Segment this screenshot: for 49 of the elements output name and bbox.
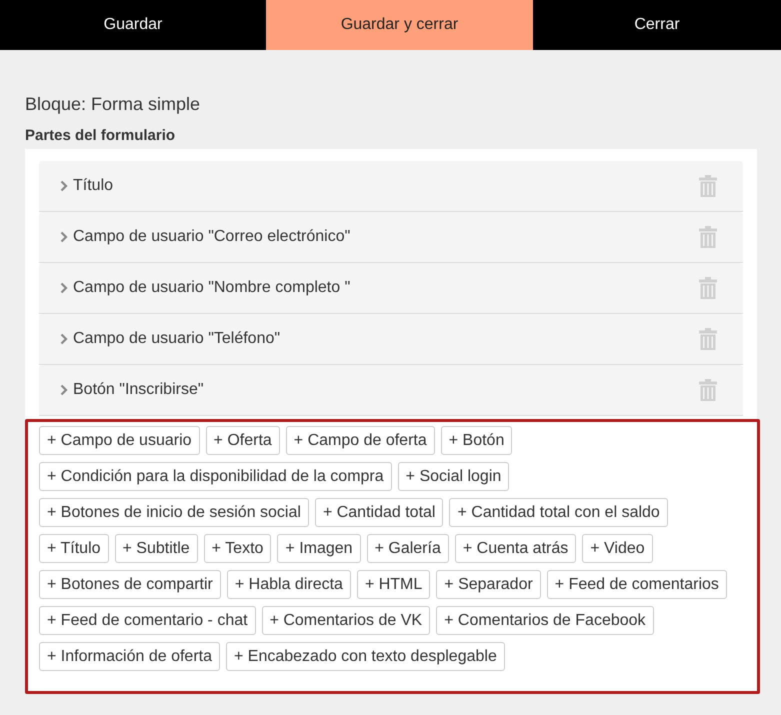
chevron-icon [60, 333, 68, 345]
add-part-button[interactable]: + Título [39, 534, 109, 563]
part-label: Campo de usuario "Nombre completo " [73, 279, 352, 297]
add-part-button[interactable]: + Encabezado con texto desplegable [226, 642, 505, 671]
add-part-button[interactable]: + Campo de usuario [39, 426, 200, 455]
add-part-button[interactable]: + Feed de comentario - chat [39, 606, 256, 635]
add-part-button[interactable]: + HTML [356, 570, 430, 599]
add-part-button[interactable]: + Video [582, 534, 653, 563]
toolbar-button[interactable]: Guardar y cerrar [266, 0, 533, 50]
add-part-button[interactable]: + Información de oferta [39, 642, 220, 671]
add-part-button[interactable]: + Cantidad total [314, 498, 444, 527]
add-part-button[interactable]: + Cuenta atrás [454, 534, 576, 563]
add-part-button[interactable]: + Botones de inicio de sesión social [39, 498, 309, 527]
section-title: Partes del formulario [25, 127, 176, 145]
add-part-button[interactable]: + Comentarios de VK [262, 606, 430, 635]
part-label: Campo de usuario "Correo electrónico" [73, 228, 352, 246]
add-part-button[interactable]: + Condición para la disponibilidad de la compra [39, 462, 392, 491]
add-part-button[interactable]: + Separador [436, 570, 541, 599]
chevron-icon [60, 384, 68, 396]
trash-icon[interactable] [699, 277, 717, 299]
add-part-button[interactable]: + Feed de comentarios [546, 570, 727, 599]
block-title: Bloque: Forma simple [25, 93, 202, 116]
trash-icon[interactable] [699, 226, 717, 248]
form-part-row[interactable]: Campo de usuario "Teléfono" [39, 314, 743, 365]
chevron-icon [60, 180, 68, 192]
form-part-row[interactable]: Campo de usuario "Nombre completo " [39, 263, 743, 314]
add-part-button[interactable]: + Cantidad total con el saldo [449, 498, 668, 527]
add-part-button[interactable]: + Habla directa [226, 570, 351, 599]
add-part-button[interactable]: + Comentarios de Facebook [436, 606, 654, 635]
add-part-button[interactable]: + Botón [440, 426, 512, 455]
form-part-row[interactable]: Título [39, 161, 743, 212]
chevron-icon [60, 231, 68, 243]
add-part-button[interactable]: + Social login [398, 462, 510, 491]
trash-icon[interactable] [699, 379, 717, 401]
add-part-button[interactable]: + Imagen [277, 534, 361, 563]
form-part-row[interactable]: Botón "Inscribirse" [39, 365, 743, 416]
part-label: Campo de usuario "Teléfono" [73, 330, 282, 348]
part-label: Título [73, 177, 114, 195]
trash-icon[interactable] [699, 328, 717, 350]
add-part-button[interactable]: + Galería [366, 534, 449, 563]
add-part-button[interactable]: + Oferta [206, 426, 280, 455]
form-part-row[interactable]: Campo de usuario "Correo electrónico" [39, 212, 743, 263]
part-label: Botón "Inscribirse" [73, 381, 205, 399]
add-part-button[interactable]: + Campo de oferta [286, 426, 435, 455]
add-part-button[interactable]: + Texto [204, 534, 272, 563]
trash-icon[interactable] [699, 175, 717, 197]
chevron-icon [60, 282, 68, 294]
add-part-button[interactable]: + Subtitle [114, 534, 198, 563]
add-part-button[interactable]: + Botones de compartir [39, 570, 221, 599]
